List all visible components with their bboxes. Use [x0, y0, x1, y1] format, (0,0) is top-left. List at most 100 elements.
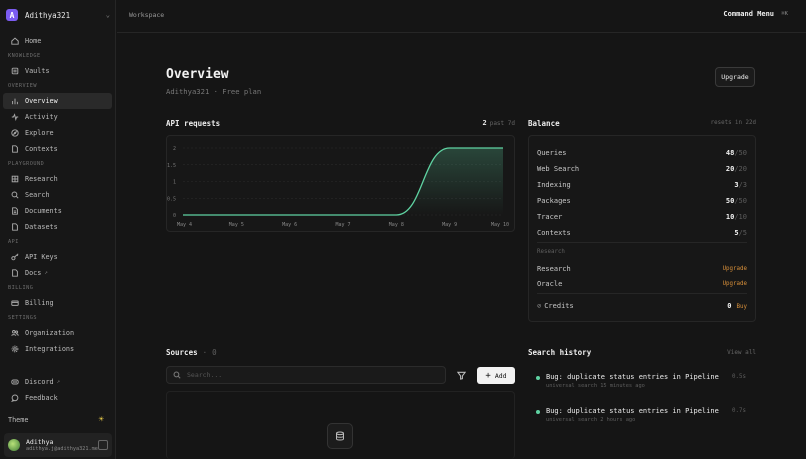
status-dot — [536, 376, 540, 380]
research-upgrade-link[interactable]: Upgrade — [723, 266, 747, 272]
sidebar-item-documents[interactable]: Documents — [3, 203, 112, 219]
sources-search-input[interactable] — [187, 371, 427, 379]
sidebar-item-label: Docs — [25, 269, 42, 277]
balance-row-queries: Queries 48/50 — [537, 147, 747, 159]
user-name: Adithya — [26, 438, 54, 446]
sidebar-item-label: Activity — [25, 113, 58, 121]
sidebar-item-explore[interactable]: Explore — [3, 125, 112, 141]
sidebar-item-label: API Keys — [25, 253, 58, 261]
add-source-button[interactable]: + Add — [477, 367, 515, 384]
nav-section-billing: BILLING — [8, 285, 34, 291]
x-tick-label: May 4 — [177, 222, 192, 228]
balance-value: 10/10 — [726, 213, 747, 221]
balance-card: Queries 48/50 Web Search 20/20 Indexing … — [528, 135, 756, 322]
api-requests-title: API requests — [166, 119, 221, 128]
sidebar-item-billing[interactable]: Billing — [3, 295, 112, 311]
balance-label: Tracer — [537, 213, 563, 221]
sidebar-item-activity[interactable]: Activity — [3, 109, 112, 125]
sidebar-item-label: Research — [25, 175, 58, 183]
sidebar-toggle-icon[interactable] — [98, 440, 108, 450]
sidebar-item-research[interactable]: Research — [3, 171, 112, 187]
user-profile[interactable]: Adithya adithya.j@adithya321.me — [4, 433, 112, 457]
chevron-down-icon: ⌄ — [105, 11, 110, 19]
y-tick-label: 0.5 — [167, 196, 176, 202]
balance-row-research: Research Upgrade — [537, 263, 747, 275]
sidebar-item-overview[interactable]: Overview — [3, 93, 112, 109]
sidebar-item-label: Home — [25, 37, 42, 45]
external-link-icon: ↗ — [44, 270, 48, 276]
sidebar-item-discord[interactable]: Discord ↗ — [3, 374, 112, 390]
database-glyph — [336, 431, 344, 441]
database-icon — [327, 423, 353, 449]
credits-value-wrap: 0 Buy — [727, 302, 747, 310]
view-all-link[interactable]: View all — [727, 349, 756, 356]
sidebar-item-label: Discord — [25, 378, 54, 386]
balance-value: 20/20 — [726, 165, 747, 173]
x-tick-label: May 6 — [282, 222, 297, 228]
page-title: Overview — [166, 67, 229, 82]
balance-row-packages: Packages 50/50 — [537, 195, 747, 207]
balance-label: Indexing — [537, 181, 571, 189]
balance-label: Contexts — [537, 229, 571, 237]
avatar — [8, 439, 20, 451]
sidebar-item-search[interactable]: Search — [3, 187, 112, 203]
vault-icon — [11, 67, 19, 75]
sources-title: Sources — [166, 348, 198, 357]
search-icon — [173, 371, 181, 379]
status-dot — [536, 410, 540, 414]
y-tick-label: 1 — [173, 180, 176, 186]
org-switcher[interactable]: A Adithya321 ⌄ — [6, 7, 110, 23]
sidebar-item-label: Datasets — [25, 223, 58, 231]
file-icon — [12, 145, 18, 153]
credits-value: 0 — [727, 302, 732, 310]
sun-icon[interactable]: ☀ — [99, 415, 104, 425]
sidebar-item-label: Search — [25, 191, 50, 199]
breadcrumb[interactable]: Workspace — [129, 11, 164, 19]
balance-row-oracle: Oracle Upgrade — [537, 278, 747, 290]
api-requests-period: past 7d — [489, 120, 515, 127]
nav-section-settings: SETTINGS — [8, 315, 37, 321]
balance-total: /50 — [734, 197, 747, 205]
sidebar-item-organization[interactable]: Organization — [3, 325, 112, 341]
filter-button[interactable] — [454, 368, 468, 382]
balance-label: Queries — [537, 149, 567, 157]
search-icon — [11, 191, 19, 199]
y-tick-label: 2 — [173, 146, 176, 152]
x-tick-label: May 7 — [335, 222, 350, 228]
command-menu-button[interactable]: Command Menu — [723, 10, 774, 18]
sidebar-item-integrations[interactable]: Integrations — [3, 341, 112, 357]
sidebar-item-label: Organization — [25, 329, 75, 337]
nav-section-knowledge: KNOWLEDGE — [8, 53, 41, 59]
history-query: Bug: duplicate status entries in Pipelin… — [546, 407, 719, 415]
balance-total: /3 — [738, 181, 747, 189]
y-tick-label: 0 — [173, 213, 176, 219]
message-icon — [11, 394, 19, 402]
sidebar-item-feedback[interactable]: Feedback — [3, 390, 112, 406]
user-info: Adithya adithya.j@adithya321.me — [26, 438, 98, 452]
sidebar-nav: Home KNOWLEDGE Vaults OVERVIEW Overview … — [0, 33, 116, 357]
x-tick-label: May 10 — [491, 222, 509, 228]
sidebar-item-label: Feedback — [25, 394, 58, 402]
upgrade-button[interactable]: Upgrade — [715, 67, 755, 87]
sidebar-item-datasets[interactable]: Datasets — [3, 219, 112, 235]
sidebar-item-contexts[interactable]: Contexts — [3, 141, 112, 157]
topbar: Workspace Command Menu ⌘K — [117, 0, 806, 33]
balance-row-credits: ⊘ Credits 0 Buy — [537, 300, 747, 312]
balance-title: Balance — [528, 119, 560, 128]
buy-credits-link[interactable]: Buy — [737, 304, 747, 310]
credit-card-icon — [11, 300, 19, 306]
sidebar-item-home[interactable]: Home — [3, 33, 112, 49]
sidebar-item-vaults[interactable]: Vaults — [3, 63, 112, 79]
external-link-icon: ↗ — [56, 379, 60, 385]
home-icon — [11, 37, 19, 45]
oracle-upgrade-link[interactable]: Upgrade — [723, 281, 747, 287]
sidebar-item-docs[interactable]: Docs ↗ — [3, 265, 112, 281]
history-duration: 0.7s — [732, 408, 746, 414]
nav-section-api: API — [8, 239, 19, 245]
sources-header: Sources · 0 — [166, 348, 217, 357]
balance-value: 3/3 — [734, 181, 747, 189]
x-tick-label: May 5 — [229, 222, 244, 228]
balance-value: 48/50 — [726, 149, 747, 157]
key-icon — [11, 253, 19, 261]
sidebar-item-api-keys[interactable]: API Keys — [3, 249, 112, 265]
